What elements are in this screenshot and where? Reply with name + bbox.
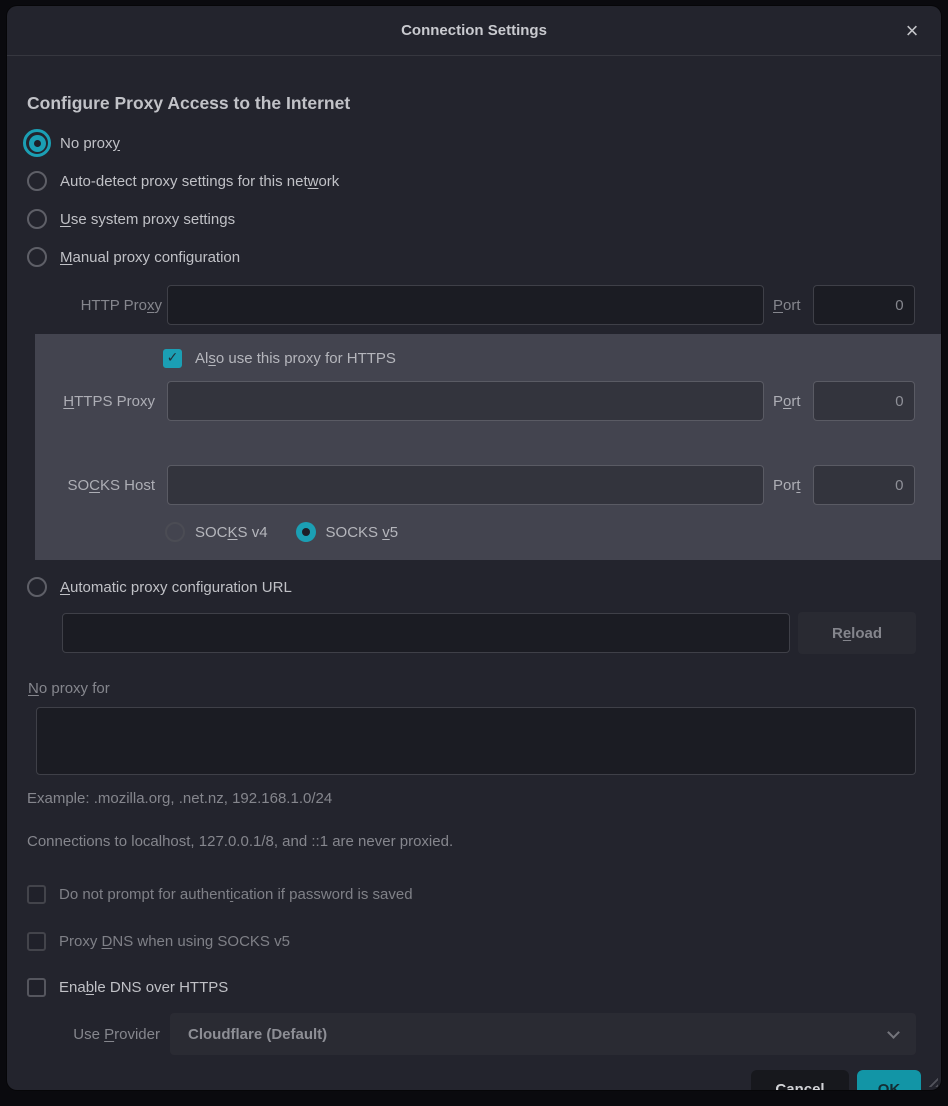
- chevron-down-icon: [887, 1026, 900, 1039]
- enable-doh-row[interactable]: Enable DNS over HTTPS: [27, 973, 921, 1001]
- provider-selected-value: Cloudflare (Default): [188, 1026, 327, 1043]
- radio-icon: [27, 209, 47, 229]
- socks-version-row: SOCKS v4 SOCKS v5: [165, 518, 921, 546]
- ok-button[interactable]: OK: [857, 1070, 921, 1090]
- no-proxy-for-label: No proxy for: [28, 680, 921, 697]
- radio-selected-icon: [23, 129, 51, 157]
- https-port-input[interactable]: [813, 381, 915, 421]
- https-proxy-input[interactable]: [167, 381, 764, 421]
- socks-v4-label[interactable]: SOCKS v4: [195, 524, 268, 541]
- checkbox-icon: [27, 978, 46, 997]
- socks-host-input[interactable]: [167, 465, 764, 505]
- https-proxy-row: HTTPS Proxy Port: [35, 380, 921, 422]
- radio-icon: [27, 171, 47, 191]
- no-proxy-example-text: Example: .mozilla.org, .net.nz, 192.168.…: [27, 790, 921, 807]
- dialog-footer: Cancel OK: [27, 1070, 921, 1090]
- radio-no-proxy[interactable]: No proxy: [27, 124, 921, 162]
- radio-manual-proxy[interactable]: Manual proxy configuration: [27, 238, 921, 276]
- radio-icon: [27, 247, 47, 267]
- use-provider-label: Use Provider: [27, 1026, 160, 1043]
- radio-manual-proxy-label: Manual proxy configuration: [60, 249, 240, 266]
- radio-selected-icon[interactable]: [296, 522, 316, 542]
- auto-url-input[interactable]: [62, 613, 790, 653]
- socks-port-label: Port: [773, 477, 801, 494]
- reload-button[interactable]: Reload: [798, 612, 916, 654]
- dialog-titlebar: Connection Settings ×: [7, 6, 941, 56]
- auth-prompt-label: Do not prompt for authentication if pass…: [59, 886, 413, 903]
- socks-host-row: SOCKS Host Port: [35, 464, 921, 506]
- http-proxy-row: HTTP Proxy Port: [27, 284, 921, 326]
- http-proxy-label: HTTP Proxy: [27, 297, 162, 314]
- proxy-dns-label: Proxy DNS when using SOCKS v5: [59, 933, 290, 950]
- page-title: Configure Proxy Access to the Internet: [27, 93, 921, 114]
- close-icon[interactable]: ×: [897, 16, 927, 46]
- radio-icon[interactable]: [165, 522, 185, 542]
- http-port-label: Port: [773, 297, 801, 314]
- provider-select[interactable]: Cloudflare (Default): [170, 1013, 916, 1055]
- dialog-content: Configure Proxy Access to the Internet N…: [7, 93, 941, 1090]
- auth-prompt-row[interactable]: Do not prompt for authentication if pass…: [27, 880, 921, 908]
- auto-url-row: Reload: [62, 612, 921, 654]
- socks-host-label: SOCKS Host: [35, 477, 155, 494]
- http-proxy-input[interactable]: [167, 285, 764, 325]
- doh-provider-row: Use Provider Cloudflare (Default): [27, 1013, 921, 1055]
- radio-system-proxy-label: Use system proxy settings: [60, 211, 235, 228]
- checkbox-checked-icon: ✓: [163, 349, 182, 368]
- socks-port-input[interactable]: [813, 465, 915, 505]
- radio-no-proxy-label: No proxy: [60, 135, 120, 152]
- radio-system-proxy[interactable]: Use system proxy settings: [27, 200, 921, 238]
- https-proxy-label: HTTPS Proxy: [35, 393, 155, 410]
- share-proxy-https-row[interactable]: ✓ Also use this proxy for HTTPS: [35, 344, 921, 372]
- dialog-title: Connection Settings: [401, 22, 547, 39]
- checkbox-icon: [27, 885, 46, 904]
- socks-v5-label[interactable]: SOCKS v5: [326, 524, 399, 541]
- manual-proxy-highlight-panel: ✓ Also use this proxy for HTTPS HTTPS Pr…: [35, 334, 941, 560]
- proxy-dns-row[interactable]: Proxy DNS when using SOCKS v5: [27, 927, 921, 955]
- connection-settings-dialog: Connection Settings × Configure Proxy Ac…: [7, 6, 941, 1090]
- checkbox-icon: [27, 932, 46, 951]
- https-port-label: Port: [773, 393, 801, 410]
- cancel-button[interactable]: Cancel: [751, 1070, 849, 1090]
- http-port-input[interactable]: [813, 285, 915, 325]
- share-proxy-https-label: Also use this proxy for HTTPS: [195, 350, 396, 367]
- radio-icon: [27, 577, 47, 597]
- enable-doh-label: Enable DNS over HTTPS: [59, 979, 228, 996]
- no-proxy-for-textarea[interactable]: [36, 707, 916, 775]
- radio-auto-detect[interactable]: Auto-detect proxy settings for this netw…: [27, 162, 921, 200]
- radio-auto-url[interactable]: Automatic proxy configuration URL: [27, 568, 921, 606]
- radio-auto-url-label: Automatic proxy configuration URL: [60, 579, 292, 596]
- localhost-note-text: Connections to localhost, 127.0.0.1/8, a…: [27, 833, 921, 850]
- radio-auto-detect-label: Auto-detect proxy settings for this netw…: [60, 173, 339, 190]
